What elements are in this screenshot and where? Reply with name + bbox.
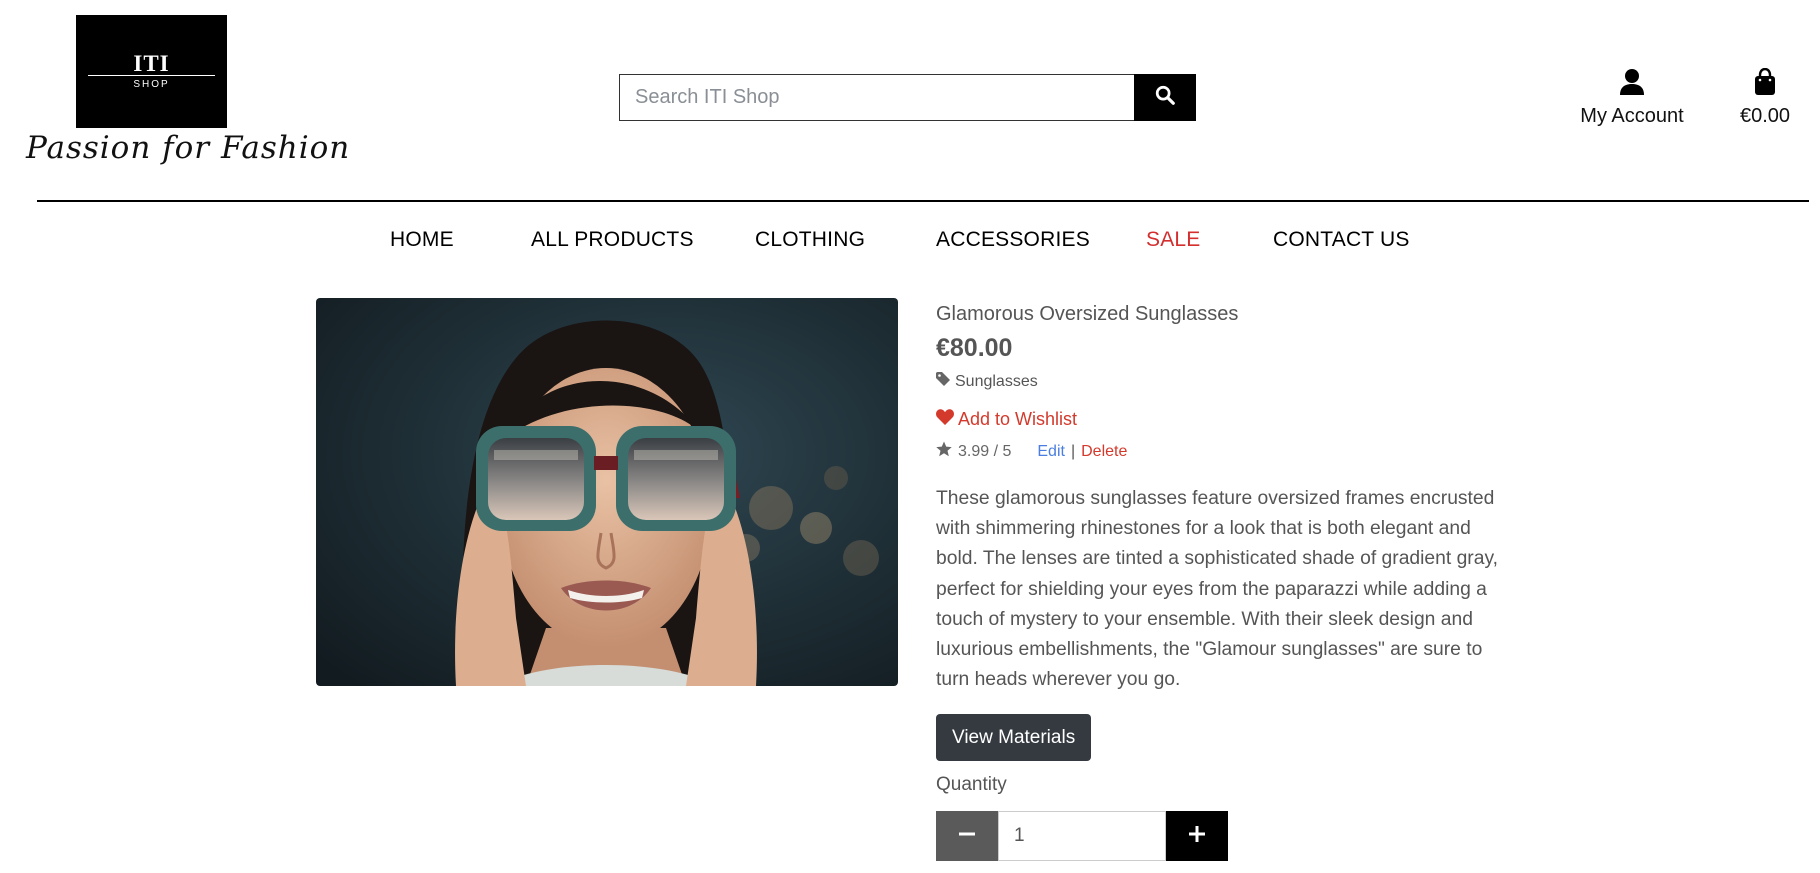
nav-contact-us[interactable]: Contact Us <box>1273 228 1410 252</box>
product-category-label: Sunglasses <box>955 372 1038 390</box>
nav-accessories[interactable]: Accessories <box>936 228 1090 252</box>
product-rating: 3.99 / 5 Edit | Delete <box>936 441 1127 462</box>
my-account-label: My Account <box>1580 105 1684 127</box>
cart-total: €0.00 <box>1739 105 1791 127</box>
rating-value: 3.99 / 5 <box>958 442 1012 460</box>
my-account-link[interactable]: My Account <box>1570 68 1694 128</box>
cart-link[interactable]: €0.00 <box>1732 67 1798 128</box>
minus-icon <box>958 825 976 848</box>
star-icon <box>936 441 952 462</box>
quantity-stepper <box>936 811 1228 861</box>
product-category-link[interactable]: Sunglasses <box>936 372 1038 391</box>
shopping-bag-icon <box>1754 67 1776 100</box>
site-logo[interactable]: ITI SHOP <box>76 15 227 128</box>
logo-subtitle: SHOP <box>133 79 170 90</box>
tag-icon <box>936 372 950 391</box>
quantity-label: Quantity <box>936 774 1007 795</box>
search-icon <box>1154 84 1176 111</box>
add-to-wishlist-link[interactable]: Add to Wishlist <box>936 409 1077 430</box>
search-button[interactable] <box>1134 74 1196 121</box>
logo-title: ITI <box>133 51 170 76</box>
header-divider <box>37 200 1809 202</box>
heart-icon <box>936 409 954 430</box>
nav-clothing[interactable]: Clothing <box>755 228 865 252</box>
edit-product-link[interactable]: Edit <box>1037 443 1065 461</box>
brand-tagline: Passion for Fashion <box>26 130 351 166</box>
main-nav: Home All Products Clothing Accessories S… <box>0 228 1820 254</box>
product-title: Glamorous Oversized Sunglasses <box>936 303 1239 325</box>
product-image <box>316 298 898 686</box>
user-icon <box>1620 69 1644 100</box>
nav-home[interactable]: Home <box>390 228 454 252</box>
logo-divider <box>88 75 215 76</box>
action-separator: | <box>1070 442 1076 460</box>
nav-all-products[interactable]: All Products <box>531 228 694 252</box>
product-description: These glamorous sunglasses feature overs… <box>936 488 1499 691</box>
view-materials-button[interactable]: View Materials <box>936 714 1092 761</box>
nav-sale[interactable]: Sale <box>1146 228 1201 252</box>
decrement-quantity-button[interactable] <box>936 811 998 861</box>
add-to-wishlist-label: Add to Wishlist <box>958 409 1078 429</box>
increment-quantity-button[interactable] <box>1166 811 1228 861</box>
delete-product-link[interactable]: Delete <box>1081 443 1127 461</box>
quantity-input[interactable] <box>998 811 1166 861</box>
search-input[interactable] <box>619 74 1134 121</box>
search-form <box>619 74 1196 121</box>
product-price: €80.00 <box>936 334 1013 362</box>
plus-icon <box>1188 825 1206 848</box>
